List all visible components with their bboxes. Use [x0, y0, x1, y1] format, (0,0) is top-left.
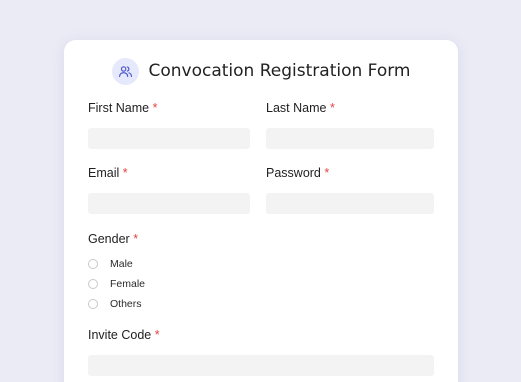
email-label: Email *	[88, 166, 128, 180]
required-marker: *	[324, 166, 330, 180]
invite-code-input[interactable]	[88, 355, 434, 376]
gender-option-others[interactable]: Others	[88, 297, 142, 311]
users-icon	[111, 57, 139, 85]
required-marker: *	[133, 232, 139, 246]
radio-button[interactable]	[88, 299, 98, 309]
required-marker: *	[122, 166, 128, 180]
last-name-input[interactable]	[266, 128, 434, 149]
radio-label: Female	[110, 278, 146, 290]
required-marker: *	[154, 328, 160, 342]
first-name-label: First Name *	[88, 101, 158, 115]
password-input[interactable]	[266, 193, 434, 214]
email-input[interactable]	[88, 193, 250, 214]
radio-button[interactable]	[88, 259, 98, 269]
required-marker: *	[329, 101, 335, 115]
radio-label: Others	[110, 298, 142, 310]
gender-option-male[interactable]: Male	[88, 257, 133, 271]
password-label: Password *	[266, 166, 330, 180]
gender-option-female[interactable]: Female	[88, 277, 145, 291]
first-name-input[interactable]	[88, 128, 250, 149]
required-marker: *	[152, 101, 158, 115]
page-title: Convocation Registration Form	[148, 61, 411, 81]
last-name-label: Last Name *	[266, 101, 335, 115]
radio-button[interactable]	[88, 279, 98, 289]
registration-form-card: Convocation Registration Form First Name…	[64, 40, 458, 382]
radio-label: Male	[110, 258, 133, 270]
form-header: Convocation Registration Form	[64, 56, 458, 86]
gender-label: Gender *	[88, 232, 139, 246]
invite-code-label: Invite Code *	[88, 328, 160, 342]
